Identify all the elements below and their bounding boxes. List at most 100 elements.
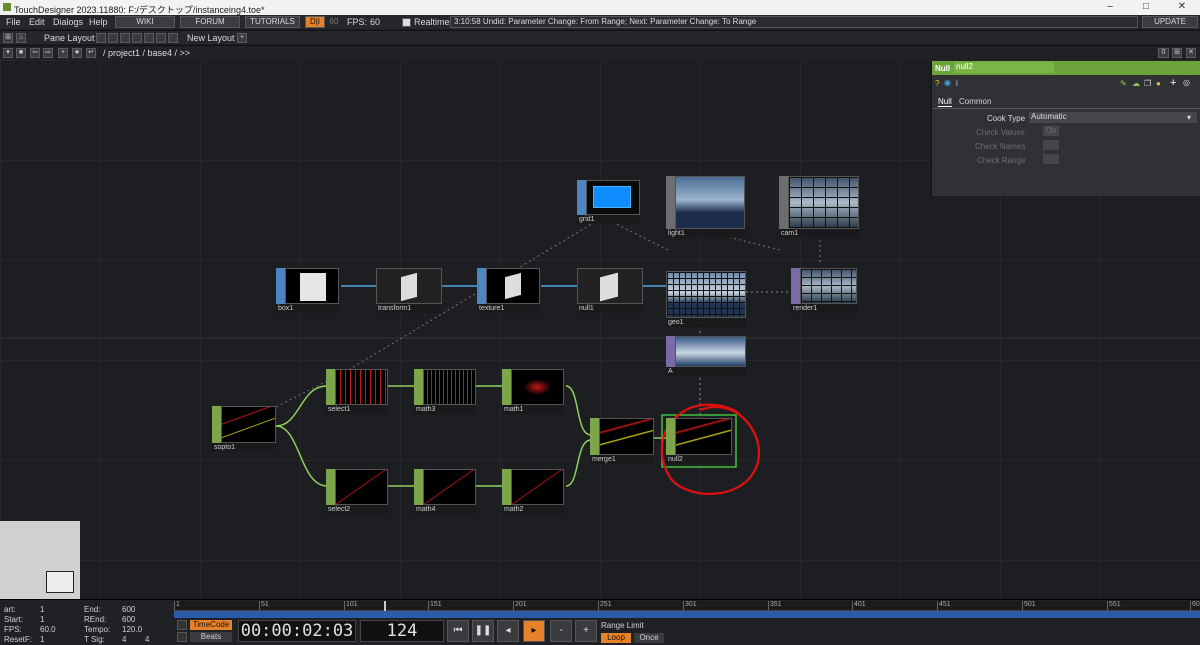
fps-value[interactable]: 60.0 — [40, 625, 56, 634]
layout-5-icon[interactable] — [144, 33, 154, 43]
network-navigator[interactable] — [0, 521, 80, 599]
timeline-option-2[interactable] — [177, 632, 187, 642]
navigator-viewport[interactable] — [46, 571, 74, 593]
node-transform1[interactable]: transform1 — [376, 268, 442, 313]
minimize-button[interactable]: – — [1092, 1, 1128, 12]
node-null1[interactable]: null1 — [577, 268, 643, 313]
layout-2-icon[interactable] — [108, 33, 118, 43]
node-select1[interactable]: select1 — [326, 369, 388, 414]
layout-3-icon[interactable] — [120, 33, 130, 43]
rewind-icon[interactable]: ⏮ — [447, 620, 469, 642]
node-math4[interactable]: math4 — [414, 469, 476, 514]
pane-home-icon[interactable]: ⌂ — [16, 33, 26, 43]
chevron-down-icon[interactable]: ▾ — [1187, 113, 1191, 122]
perf-button[interactable]: D|I — [305, 16, 325, 28]
node-select2[interactable]: select2 — [326, 469, 388, 514]
tab-null[interactable]: Null — [938, 97, 952, 107]
wiki-button[interactable]: WIKI — [115, 16, 175, 28]
node-grid1[interactable]: grid1 — [577, 180, 640, 224]
node-cam1[interactable]: cam1 — [779, 176, 859, 238]
new-layout-button[interactable]: + — [237, 33, 247, 43]
node-null2[interactable]: null2 — [666, 418, 732, 464]
stop-icon[interactable]: ■ — [16, 48, 26, 58]
pause-icon[interactable]: ❚❚ — [472, 620, 494, 642]
step-back-icon[interactable]: ◂ — [497, 620, 519, 642]
back-icon[interactable]: ⇦ — [30, 48, 40, 58]
tsig-numerator[interactable]: 4 — [122, 635, 126, 644]
info-icon[interactable]: i — [956, 79, 958, 88]
timeline-range-bar[interactable] — [174, 611, 1200, 618]
python-alt-icon[interactable]: ● — [1156, 79, 1161, 88]
menu-file[interactable]: File — [6, 17, 21, 27]
edit-icon[interactable]: ✎ — [1120, 79, 1127, 88]
add-icon[interactable]: + — [58, 48, 68, 58]
realtime-checkbox[interactable] — [402, 18, 411, 27]
playhead[interactable] — [384, 601, 386, 611]
node-box1[interactable]: box1 — [276, 268, 339, 313]
check-range-toggle[interactable] — [1043, 154, 1059, 164]
add-icon[interactable]: + — [1170, 77, 1176, 89]
node-A[interactable]: A — [666, 336, 746, 376]
resetf-value[interactable]: 1 — [40, 635, 44, 644]
node-geo1[interactable]: geo1 — [666, 271, 746, 327]
cook-type-menu[interactable]: Automatic — [1029, 112, 1197, 123]
rend-value[interactable]: 600 — [122, 615, 135, 624]
node-merge1[interactable]: merge1 — [590, 418, 654, 464]
step-minus-button[interactable]: - — [550, 620, 572, 642]
forum-button[interactable]: FORUM — [180, 16, 240, 28]
check-values-toggle[interactable]: On — [1043, 126, 1059, 136]
copy-icon[interactable]: ❐ — [1144, 79, 1151, 88]
layout-7-icon[interactable] — [168, 33, 178, 43]
tsig-denominator[interactable]: 4 — [145, 635, 149, 644]
tutorials-button[interactable]: TUTORIALS — [245, 16, 300, 28]
node-label: cam1 — [779, 229, 859, 238]
rstart-value[interactable]: 1 — [40, 615, 44, 624]
layout-4-icon[interactable] — [132, 33, 142, 43]
node-label: texture1 — [477, 304, 540, 313]
node-math2[interactable]: math2 — [502, 469, 564, 514]
node-light1[interactable]: light1 — [666, 176, 745, 238]
up-icon[interactable]: ↵ — [86, 48, 96, 58]
python-icon[interactable]: ◉ — [944, 78, 951, 87]
timecode-toggle[interactable]: TimeCode — [190, 620, 232, 630]
frame-display[interactable]: 124 — [360, 620, 444, 642]
chevron-down-icon[interactable]: ▾ — [3, 48, 13, 58]
close-button[interactable]: ✕ — [1164, 1, 1200, 12]
play-icon[interactable]: ▸ — [523, 620, 545, 642]
menu-dialogs[interactable]: Dialogs — [53, 17, 83, 27]
node-texture1[interactable]: texture1 — [477, 268, 540, 313]
pane-expand-icon[interactable]: ⊞ — [1172, 48, 1182, 58]
menu-edit[interactable]: Edit — [29, 17, 45, 27]
target-icon[interactable]: ◎ — [1183, 78, 1190, 87]
pane-split-icon[interactable]: ⊞ — [3, 33, 13, 43]
menu-help[interactable]: Help — [89, 17, 108, 27]
node-math1[interactable]: math1 — [502, 369, 564, 414]
loop-toggle[interactable]: Loop — [601, 633, 631, 643]
layout-6-icon[interactable] — [156, 33, 166, 43]
once-toggle[interactable]: Once — [634, 633, 664, 643]
timeline-ruler[interactable]: 151101151201251301351401451501551600 — [174, 601, 1200, 611]
help-icon[interactable]: ? — [935, 79, 939, 88]
beats-toggle[interactable]: Beats — [190, 632, 232, 642]
check-names-toggle[interactable] — [1043, 140, 1059, 150]
pane-close-icon[interactable]: ✕ — [1186, 48, 1196, 58]
comment-icon[interactable]: ☁ — [1132, 79, 1140, 88]
network-path[interactable]: / project1 / base4 / >> — [103, 48, 190, 58]
start-value[interactable]: 1 — [40, 605, 44, 614]
forward-icon[interactable]: ⇨ — [43, 48, 53, 58]
node-render1[interactable]: render1 — [791, 268, 857, 313]
op-name-field[interactable]: null2 — [954, 62, 1054, 73]
node-preview — [586, 180, 640, 215]
update-button[interactable]: UPDATE — [1142, 16, 1198, 28]
tempo-value[interactable]: 120.0 — [122, 625, 142, 634]
node-math3[interactable]: math3 — [414, 369, 476, 414]
step-plus-button[interactable]: + — [575, 620, 597, 642]
end-value[interactable]: 600 — [122, 605, 135, 614]
timeline-option-1[interactable] — [177, 620, 187, 630]
layout-1-icon[interactable] — [96, 33, 106, 43]
node-sopto1[interactable]: sopto1 — [212, 406, 276, 452]
star-icon[interactable]: ★ — [72, 48, 82, 58]
tab-common[interactable]: Common — [959, 97, 991, 106]
maximize-button[interactable]: □ — [1128, 1, 1164, 12]
timecode-display[interactable]: 00:00:02:03 — [238, 620, 356, 642]
